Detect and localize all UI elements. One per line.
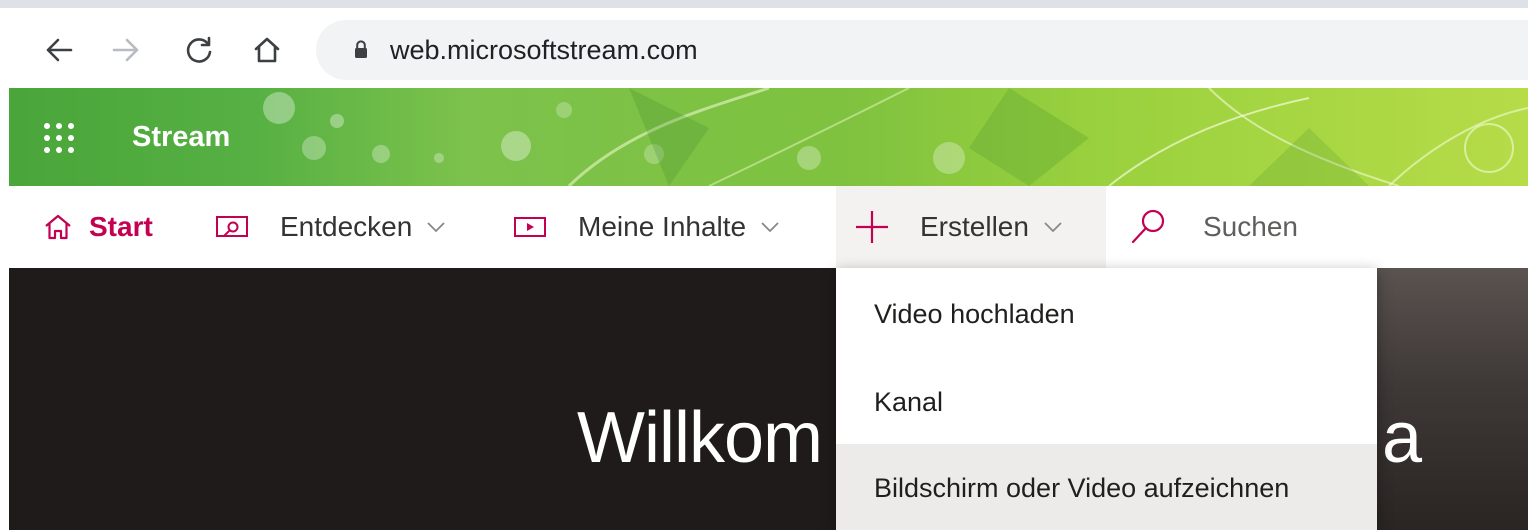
- chevron-down-icon: [426, 220, 446, 234]
- url-text[interactable]: web.microsoftstream.com: [390, 20, 698, 80]
- chevron-down-icon: [760, 220, 780, 234]
- search-box[interactable]: Suchen: [1129, 186, 1298, 268]
- nav-create[interactable]: Erstellen: [854, 186, 1063, 268]
- nav-start-label: Start: [89, 211, 153, 242]
- nav-start[interactable]: Start: [43, 186, 153, 268]
- nav-create-label: Erstellen: [920, 211, 1029, 242]
- reload-button[interactable]: [179, 30, 219, 70]
- nav-discover[interactable]: Entdecken: [214, 186, 446, 268]
- window-edge: [0, 8, 9, 530]
- back-button[interactable]: [39, 30, 79, 70]
- app-header: Stream: [9, 88, 1528, 186]
- nav-discover-label: Entdecken: [280, 211, 413, 242]
- menu-item-channel[interactable]: Kanal: [836, 358, 1377, 446]
- lock-icon: [355, 40, 367, 58]
- app-launcher-icon[interactable]: [39, 118, 79, 158]
- create-dropdown-menu: Video hochladen Kanal Bildschirm oder Vi…: [836, 268, 1377, 530]
- home-icon: [43, 212, 73, 242]
- menu-item-upload-video[interactable]: Video hochladen: [836, 270, 1377, 358]
- nav-my-content-label: Meine Inhalte: [578, 211, 747, 242]
- home-icon: [254, 37, 280, 63]
- chevron-down-icon: [1043, 220, 1063, 234]
- search-icon: [1129, 207, 1169, 247]
- address-bar[interactable]: web.microsoftstream.com: [316, 20, 1528, 80]
- forward-button[interactable]: [106, 30, 146, 70]
- back-icon: [46, 38, 73, 62]
- browser-toolbar: web.microsoftstream.com: [9, 8, 1528, 88]
- menu-item-record-screen[interactable]: Bildschirm oder Video aufzeichnen: [836, 444, 1377, 530]
- hero-title-end: a: [1381, 398, 1422, 478]
- nav-my-content[interactable]: Meine Inhalte: [512, 186, 780, 268]
- search-input[interactable]: Suchen: [1203, 211, 1298, 243]
- header-background-art: [263, 88, 1528, 186]
- browser-tab-strip: [0, 0, 1528, 8]
- hero-title-start: Willkom: [577, 398, 823, 478]
- home-button[interactable]: [247, 30, 287, 70]
- screen: web.microsoftstream.com Stream Start Ent…: [0, 0, 1528, 530]
- video-icon: [512, 212, 548, 242]
- forward-icon: [112, 38, 139, 62]
- main-nav: Start Entdecken Meine Inhalte Erstellen …: [9, 186, 1528, 268]
- plus-icon: [854, 209, 890, 245]
- reload-icon: [186, 36, 212, 63]
- discover-icon: [214, 212, 250, 242]
- app-name[interactable]: Stream: [132, 88, 230, 186]
